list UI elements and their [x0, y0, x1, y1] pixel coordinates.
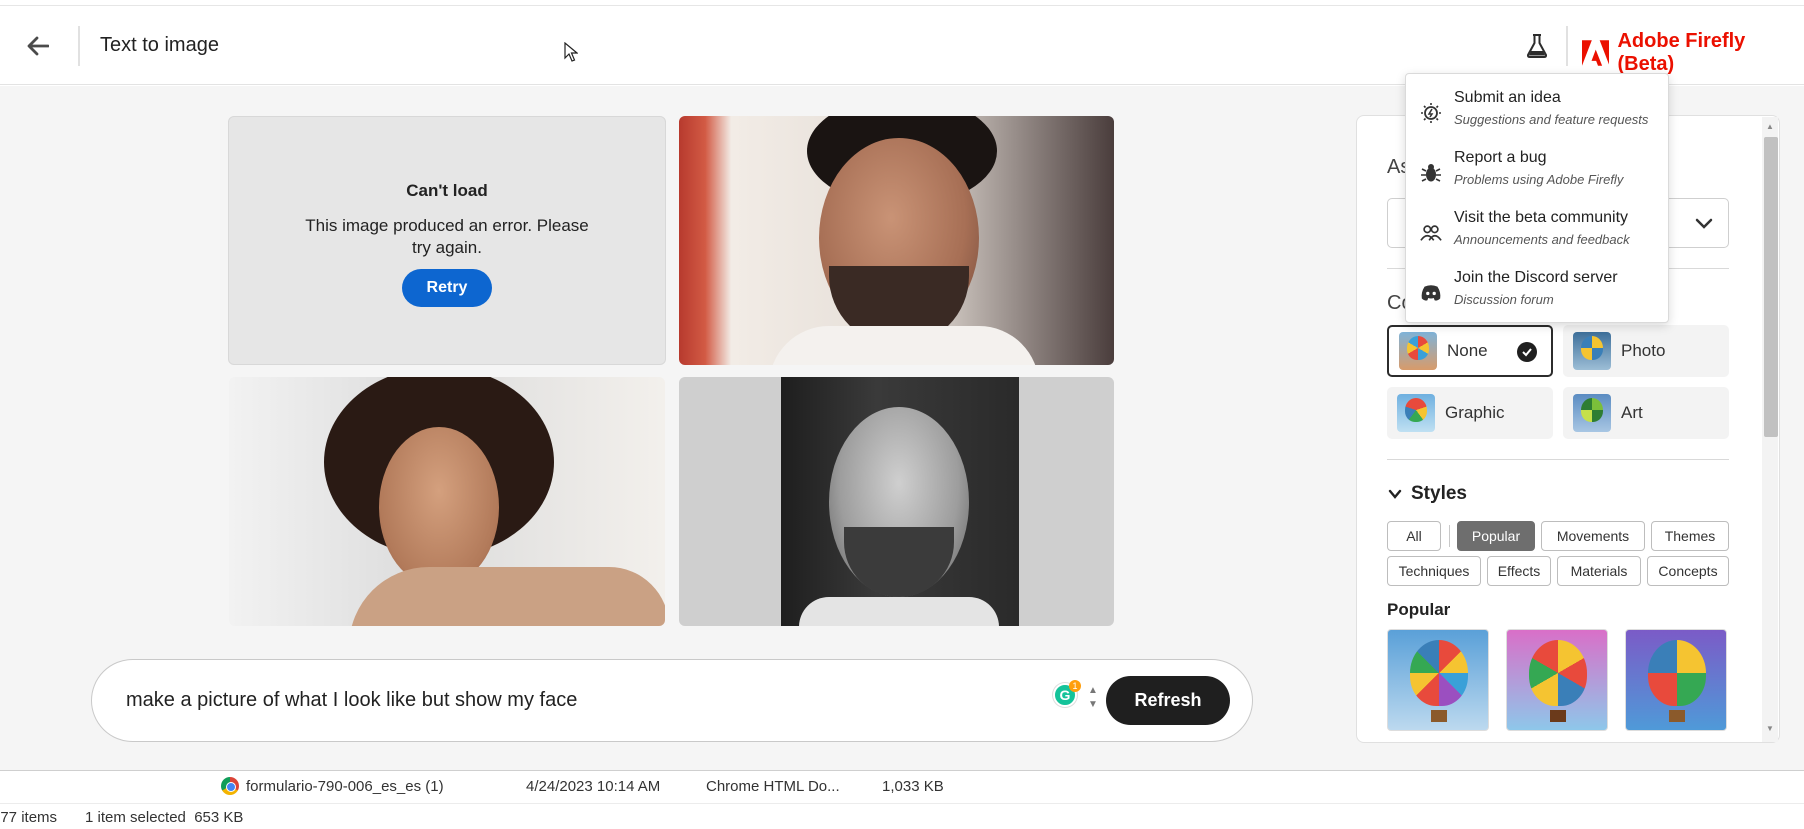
style-tab-popular[interactable]: Popular [1457, 521, 1535, 551]
discord-icon [1420, 282, 1442, 304]
content-type-label-photo: Photo [1621, 341, 1666, 360]
items-count: 177 items [0, 809, 58, 826]
chrome-file-icon [221, 777, 239, 795]
community-icon [1420, 222, 1442, 244]
style-thumbnail-3[interactable] [1625, 629, 1727, 731]
file-name: formulario-790-006_es_es (1) [246, 778, 444, 795]
style-tab-all[interactable]: All [1387, 521, 1441, 551]
balloon-thumb-icon [1399, 332, 1437, 370]
panel-scrollbar-thumb[interactable] [1764, 137, 1778, 437]
chevron-down-icon [1695, 218, 1713, 229]
back-button[interactable] [22, 30, 54, 62]
shirt-shape [799, 597, 999, 626]
lightbulb-icon [1420, 102, 1442, 124]
adobe-logo-icon [1582, 40, 1610, 66]
content-type-label-art: Art [1621, 403, 1643, 422]
stepper-arrows-icon[interactable]: ▲ ▼ [1086, 684, 1100, 714]
style-tab-movements[interactable]: Movements [1541, 521, 1645, 551]
arrow-left-icon [27, 36, 49, 56]
balloon-thumb-icon [1573, 394, 1611, 432]
brand[interactable]: Adobe Firefly (Beta) [1582, 30, 1804, 76]
scroll-down-icon[interactable]: ▼ [1764, 724, 1776, 733]
style-tab-effects[interactable]: Effects [1487, 556, 1551, 586]
file-row[interactable]: formulario-790-006_es_es (1) 4/24/2023 1… [0, 771, 1804, 803]
content-type-none[interactable]: None [1387, 325, 1553, 377]
content-type-art[interactable]: Art [1563, 387, 1729, 439]
menu-item-subtitle: Discussion forum [1454, 292, 1554, 307]
header-divider [78, 26, 80, 66]
popular-title: Popular [1387, 600, 1451, 619]
file-date: 4/24/2023 10:14 AM [526, 778, 661, 795]
styles-title: Styles [1411, 483, 1467, 504]
shirt-shape [769, 326, 1039, 365]
feedback-menu: Submit an idea Suggestions and feature r… [1405, 73, 1669, 323]
bug-icon [1420, 162, 1442, 184]
content-type-photo[interactable]: Photo [1563, 325, 1729, 377]
brand-name: Adobe Firefly (Beta) [1617, 30, 1746, 75]
content-type-graphic[interactable]: Graphic [1387, 387, 1553, 439]
flask-icon [1526, 34, 1548, 58]
style-thumbnail-1[interactable] [1387, 629, 1489, 731]
checkmark-icon [1517, 342, 1537, 362]
style-tab-themes[interactable]: Themes [1651, 521, 1729, 551]
face-shape [379, 427, 499, 587]
prompt-input[interactable]: make a picture of what I look like but s… [126, 689, 577, 712]
status-bar: 177 items 1 item selected 653 KB [0, 803, 1804, 829]
balloon-thumb-icon [1573, 332, 1611, 370]
scroll-up-icon[interactable]: ▲ [1764, 122, 1776, 131]
result-image-2[interactable] [229, 377, 665, 626]
error-message: This image produced an error. Please try… [305, 216, 589, 257]
style-tab-concepts[interactable]: Concepts [1647, 556, 1729, 586]
menu-item-title: Submit an idea [1454, 89, 1561, 106]
menu-item-discord[interactable]: Join the Discord server Discussion forum [1406, 264, 1668, 320]
divider [1387, 459, 1729, 460]
result-image-3[interactable] [679, 377, 1114, 626]
menu-item-title: Visit the beta community [1454, 209, 1629, 226]
menu-item-title: Join the Discord server [1454, 269, 1618, 286]
style-tab-techniques[interactable]: Techniques [1387, 556, 1481, 586]
menu-item-report-bug[interactable]: Report a bug Problems using Adobe Firefl… [1406, 144, 1668, 200]
menu-item-subtitle: Suggestions and feature requests [1454, 112, 1649, 127]
result-tile-error: Can't load This image produced an error.… [228, 116, 666, 365]
chevron-down-icon [1388, 489, 1402, 499]
header-divider-right [1566, 26, 1568, 66]
selection-info: 1 item selected 653 KB [85, 809, 244, 826]
labs-button[interactable] [1522, 30, 1552, 62]
style-thumbnail-2[interactable] [1506, 629, 1608, 731]
file-type: Chrome HTML Do... [706, 778, 840, 795]
error-title: Can't load [406, 181, 488, 200]
refresh-button[interactable]: Refresh [1106, 676, 1230, 725]
content-type-label-graphic: Graphic [1445, 403, 1505, 422]
menu-item-submit-idea[interactable]: Submit an idea Suggestions and feature r… [1406, 84, 1668, 140]
retry-button[interactable]: Retry [402, 269, 492, 307]
menu-item-subtitle: Problems using Adobe Firefly [1454, 172, 1624, 187]
menu-item-title: Report a bug [1454, 149, 1547, 166]
result-image-1[interactable] [679, 116, 1114, 365]
menu-item-beta-community[interactable]: Visit the beta community Announcements a… [1406, 204, 1668, 260]
content-type-label-none: None [1447, 341, 1488, 360]
styles-section-toggle[interactable]: Styles [1387, 483, 1467, 505]
chip-separator [1449, 525, 1450, 547]
file-size: 1,033 KB [882, 778, 944, 795]
grammarly-badge: 1 [1069, 680, 1081, 692]
style-tab-materials[interactable]: Materials [1557, 556, 1641, 586]
page-title: Text to image [100, 34, 219, 56]
shoulder-shape [349, 567, 665, 626]
balloon-thumb-icon [1397, 394, 1435, 432]
menu-item-subtitle: Announcements and feedback [1454, 232, 1630, 247]
mouse-cursor-icon [564, 42, 578, 62]
file-explorer-strip: formulario-790-006_es_es (1) 4/24/2023 1… [0, 770, 1804, 829]
prompt-bar[interactable]: make a picture of what I look like but s… [91, 659, 1253, 742]
